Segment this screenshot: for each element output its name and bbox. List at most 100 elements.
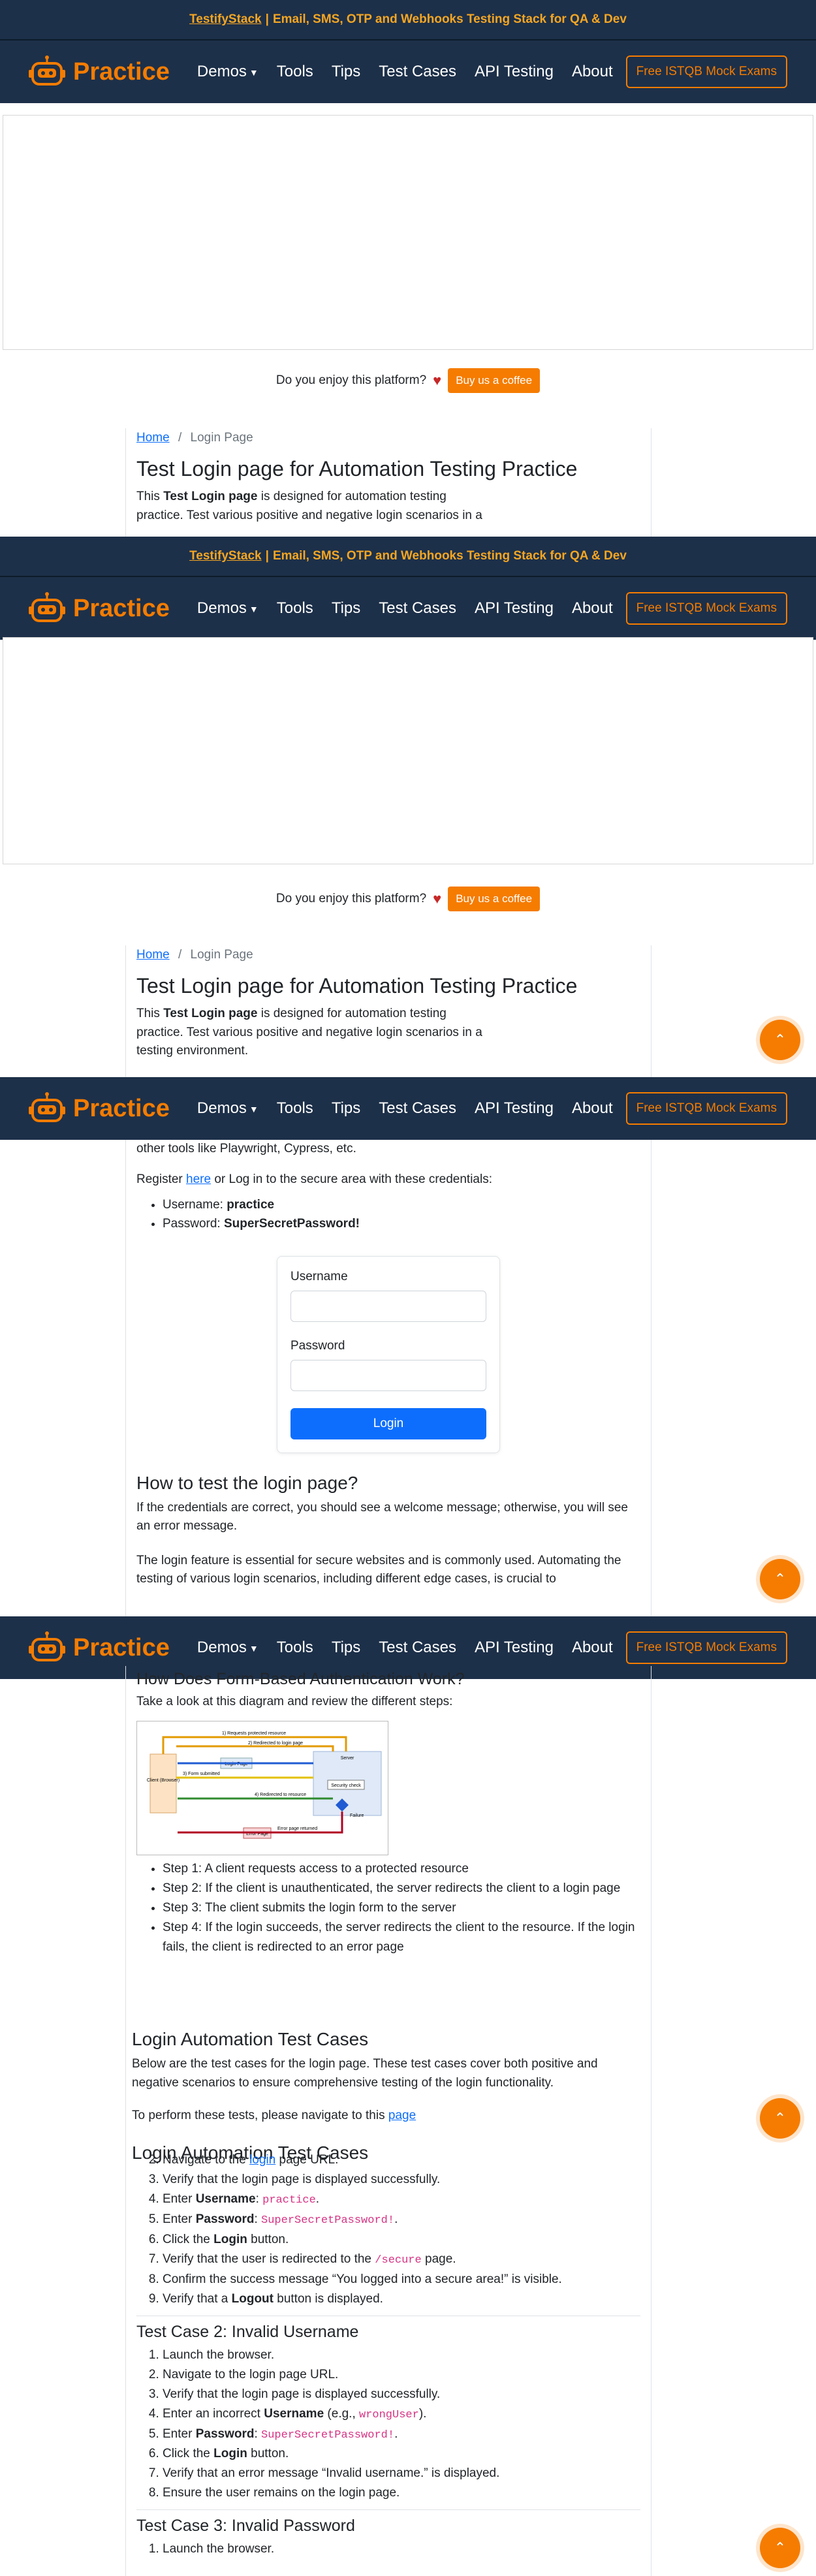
istqb-button[interactable]: Free ISTQB Mock Exams [625,1631,787,1664]
istqb-button[interactable]: Free ISTQB Mock Exams [625,55,787,88]
nav-demos[interactable]: Demos ▼ [197,63,259,81]
brand-text: Practice [73,594,170,622]
cases-intro: Login Automation Test Cases Below are th… [121,2022,648,2156]
nav-demos[interactable]: Demos ▼ [197,1639,259,1657]
nav-api-testing[interactable]: API Testing [475,1639,554,1657]
list-item: Click the Login button. [163,2444,640,2464]
page-title: Test Login page for Automation Testing P… [136,974,578,997]
istqb-button[interactable]: Free ISTQB Mock Exams [625,1092,787,1125]
cases-nav-text: To perform these tests, please navigate … [132,2109,416,2122]
brand-link[interactable]: Practice [29,592,170,625]
diagram-step-5: Error page returned [277,1827,317,1831]
nav-api-testing[interactable]: API Testing [475,1099,554,1118]
list-item: Verify that the login page is displayed … [163,2385,640,2404]
diagram-step-3: 3) Form submitted [183,1772,220,1776]
promo-brand-link[interactable]: TestifyStack [189,12,262,27]
list-item: Username: practice [163,1195,640,1214]
register-link[interactable]: here [186,1172,211,1186]
list-item: Enter Password: SuperSecretPassword!. [163,2425,640,2445]
diagram-step-2: 2) Redirected to login page [248,1741,303,1746]
how-to-heading: How to test the login page? [136,1472,358,1493]
diagram-server: Server [341,1756,354,1761]
breadcrumb-home[interactable]: Home [136,431,170,445]
login-button[interactable]: Login [290,1407,486,1439]
list-item: Enter Username: practice. [163,2190,640,2210]
list-item: Step 3: The client submits the login for… [163,1898,640,1918]
list-item: Click the Login button. [163,2230,640,2250]
promo-text: Email, SMS, OTP and Webhooks Testing Sta… [272,12,627,26]
nav-tools[interactable]: Tools [277,1099,313,1118]
main-content: Home / Login Page Test Login page for Au… [125,428,651,541]
brand-link[interactable]: Practice [29,1631,170,1664]
nav-about[interactable]: About [572,599,613,618]
tc1-login-link[interactable]: login [249,2153,275,2167]
nav-tools[interactable]: Tools [277,63,313,81]
username-input[interactable] [290,1290,486,1322]
breadcrumb-home[interactable]: Home [136,948,170,962]
robot-icon [29,1631,65,1661]
nav-test-cases[interactable]: Test Cases [379,63,456,81]
nav-links: Demos ▼ Tools Tips Test Cases API Testing… [197,599,613,618]
cases-page-link[interactable]: page [388,2109,416,2122]
nav-tips[interactable]: Tips [332,63,360,81]
list-item: Step 2: If the client is unauthenticated… [163,1879,640,1898]
nav-api-testing[interactable]: API Testing [475,599,554,618]
nav-demos[interactable]: Demos ▼ [197,599,259,618]
nav-about[interactable]: About [572,63,613,81]
tc3-steps: Launch the browser. [136,2539,640,2559]
cases-heading: Login Automation Test Cases [132,2029,369,2049]
nav-about[interactable]: About [572,1639,613,1657]
coffee-button[interactable]: Buy us a coffee [448,887,541,911]
screen-section-2: TestifyStack | Email, SMS, OTP and Webho… [0,537,816,1077]
nav-tips[interactable]: Tips [332,1639,360,1657]
istqb-button[interactable]: Free ISTQB Mock Exams [625,592,787,625]
breadcrumb-current: Login Page [190,431,253,445]
robot-icon [29,1092,65,1122]
nav-test-cases[interactable]: Test Cases [379,599,456,618]
list-item: Launch the browser. [163,2346,640,2365]
list-item: Navigate to the login page URL. [163,2365,640,2385]
nav-tips[interactable]: Tips [332,599,360,618]
nav-about[interactable]: About [572,1099,613,1118]
scroll-top-button[interactable]: ⌃ [760,1559,800,1599]
nav-links: Demos ▼ Tools Tips Test Cases API Testing… [197,63,613,81]
promo-separator: | [265,549,269,563]
screen-section-3: Practice Demos ▼ Tools Tips Test Cases AP… [0,1077,816,1616]
nav-links: Demos ▼ Tools Tips Test Cases API Testing… [197,1099,613,1118]
brand-link[interactable]: Practice [29,55,170,88]
coffee-question: Do you enjoy this platform? [275,373,427,387]
nav-tools[interactable]: Tools [277,599,313,618]
password-label: Password [290,1338,345,1353]
nav-demos[interactable]: Demos ▼ [197,1099,259,1118]
heart-icon: ♥ [433,372,442,388]
scroll-top-button[interactable]: ⌃ [760,1020,800,1060]
coffee-button[interactable]: Buy us a coffee [448,368,541,393]
nav-api-testing[interactable]: API Testing [475,63,554,81]
list-item: Step 4: If the login succeeds, the serve… [163,1918,640,1957]
how-to-text: If the credentials are correct, you shou… [136,1500,628,1533]
scroll-top-button[interactable]: ⌃ [760,2098,800,2139]
screen-section-1: TestifyStack | Email, SMS, OTP and Webho… [0,0,816,541]
promo-brand-link[interactable]: TestifyStack [189,549,262,563]
list-item: Confirm the success message “You logged … [163,2270,640,2289]
nav-test-cases[interactable]: Test Cases [379,1639,456,1657]
username-label: Username [290,1269,348,1283]
navbar: Practice Demos ▼ Tools Tips Test Cases AP… [0,1077,816,1140]
scroll-top-button[interactable]: ⌃ [760,2528,800,2568]
tc2-steps: Launch the browser. Navigate to the logi… [136,2346,640,2504]
brand-link[interactable]: Practice [29,1092,170,1125]
promo-banner: TestifyStack | Email, SMS, OTP and Webho… [0,537,816,576]
brand-text: Practice [73,1633,170,1661]
test-cases: Navigate to the login page URL. Verify t… [125,2150,651,2576]
ad-placeholder [3,115,813,350]
nav-test-cases[interactable]: Test Cases [379,1099,456,1118]
diagram-security-check: Security check [331,1783,361,1788]
nav-tools[interactable]: Tools [277,1639,313,1657]
robot-icon [29,55,65,86]
chevron-up-icon: ⌃ [774,2539,787,2556]
coffee-row: Do you enjoy this platform? ♥ Buy us a c… [0,368,816,393]
password-input[interactable] [290,1359,486,1391]
breadcrumb-current: Login Page [190,948,253,962]
caret-down-icon: ▼ [249,1642,259,1654]
nav-tips[interactable]: Tips [332,1099,360,1118]
